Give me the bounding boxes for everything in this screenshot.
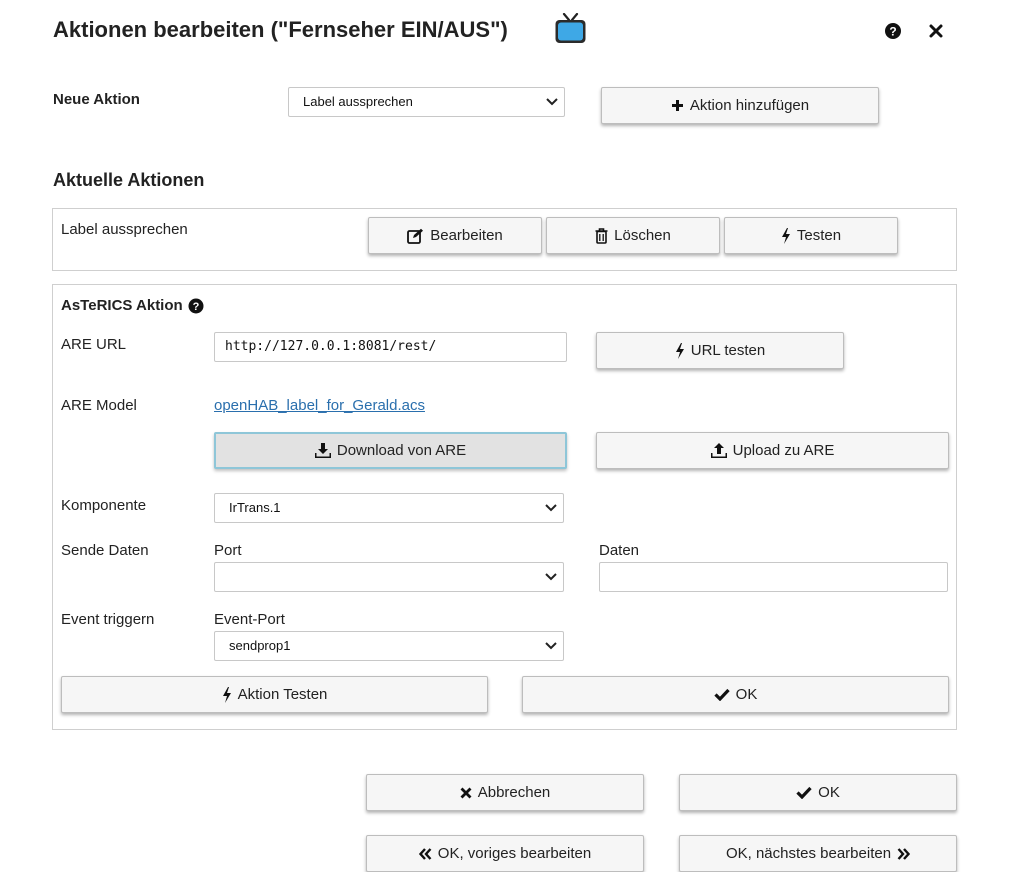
check-icon [796,786,812,799]
ok-button-label: OK [818,784,840,801]
tv-icon [554,12,587,45]
chevron-down-icon [545,504,557,512]
are-url-label: ARE URL [61,336,127,353]
help-icon[interactable]: ? [188,298,204,314]
send-data-label: Sende Daten [61,542,149,559]
ok-button[interactable]: OK [679,774,957,811]
test-action-button-label: Testen [796,227,842,244]
asterics-ok-label: OK [735,686,758,703]
current-action-label: Label aussprechen [61,221,188,238]
download-icon [314,443,331,458]
url-test-button-label: URL testen [690,342,766,359]
port-label: Port [214,542,242,559]
new-action-label: Neue Aktion [53,91,140,108]
plus-icon [671,100,683,111]
url-test-button[interactable]: URL testen [596,332,844,369]
svg-text:?: ? [192,301,199,313]
asterics-heading: AsTeRICS Aktion ? [61,297,204,314]
asterics-ok-button[interactable]: OK [522,676,949,713]
bolt-icon [222,686,231,703]
are-model-link[interactable]: openHAB_label_for_Gerald.acs [214,397,425,414]
double-chevron-left-icon [418,847,432,860]
help-icon[interactable]: ? [884,22,902,40]
download-from-are-button[interactable]: Download von ARE [214,432,567,469]
new-action-select-value: Label aussprechen [303,94,413,109]
cancel-button[interactable]: Abbrechen [366,774,644,811]
delete-action-button[interactable]: Löschen [546,217,720,254]
delete-action-button-label: Löschen [614,227,671,244]
asterics-heading-text: AsTeRICS Aktion [61,297,183,314]
event-trigger-label: Event triggern [61,611,155,628]
component-label: Komponente [61,497,147,514]
data-label: Daten [599,542,640,559]
component-select-value: IrTrans.1 [229,500,281,515]
trash-icon [595,227,608,244]
edit-icon [407,228,424,244]
close-icon [460,787,472,798]
ok-next-button[interactable]: OK, nächstes bearbeiten [679,835,957,872]
port-select[interactable] [214,562,564,592]
dialog-title: Aktionen bearbeiten ("Fernseher EIN/AUS"… [53,17,508,42]
chevron-down-icon [545,573,557,581]
are-url-input[interactable]: http://127.0.0.1:8081/rest/ [214,332,567,362]
download-button-label: Download von ARE [336,442,467,459]
ok-previous-button[interactable]: OK, voriges bearbeiten [366,835,644,872]
test-action-button[interactable]: Testen [724,217,898,254]
edit-action-button-label: Bearbeiten [430,227,503,244]
current-actions-heading: Aktuelle Aktionen [53,170,205,190]
event-port-select-value: sendprop1 [229,638,291,653]
add-action-button-label: Aktion hinzufügen [689,97,810,114]
ok-next-label: OK, nächstes bearbeiten [725,845,892,862]
chevron-down-icon [546,98,558,106]
test-asterics-action-label: Aktion Testen [237,686,328,703]
new-action-select[interactable]: Label aussprechen [288,87,565,117]
are-model-label: ARE Model [61,397,137,414]
component-select[interactable]: IrTrans.1 [214,493,564,523]
svg-text:?: ? [889,25,896,39]
test-asterics-action-button[interactable]: Aktion Testen [61,676,488,713]
event-port-label: Event-Port [214,611,285,628]
check-icon [714,688,730,701]
add-action-button[interactable]: Aktion hinzufügen [601,87,879,124]
chevron-down-icon [545,642,557,650]
event-port-select[interactable]: sendprop1 [214,631,564,661]
upload-button-label: Upload zu ARE [732,442,835,459]
ok-previous-label: OK, voriges bearbeiten [437,845,592,862]
double-chevron-right-icon [897,847,911,860]
bolt-icon [675,342,684,359]
cancel-button-label: Abbrechen [477,784,551,801]
close-icon[interactable] [927,22,945,40]
data-input[interactable] [599,562,948,592]
edit-action-button[interactable]: Bearbeiten [368,217,542,254]
bolt-icon [781,227,790,244]
upload-icon [710,443,727,458]
upload-to-are-button[interactable]: Upload zu ARE [596,432,949,469]
